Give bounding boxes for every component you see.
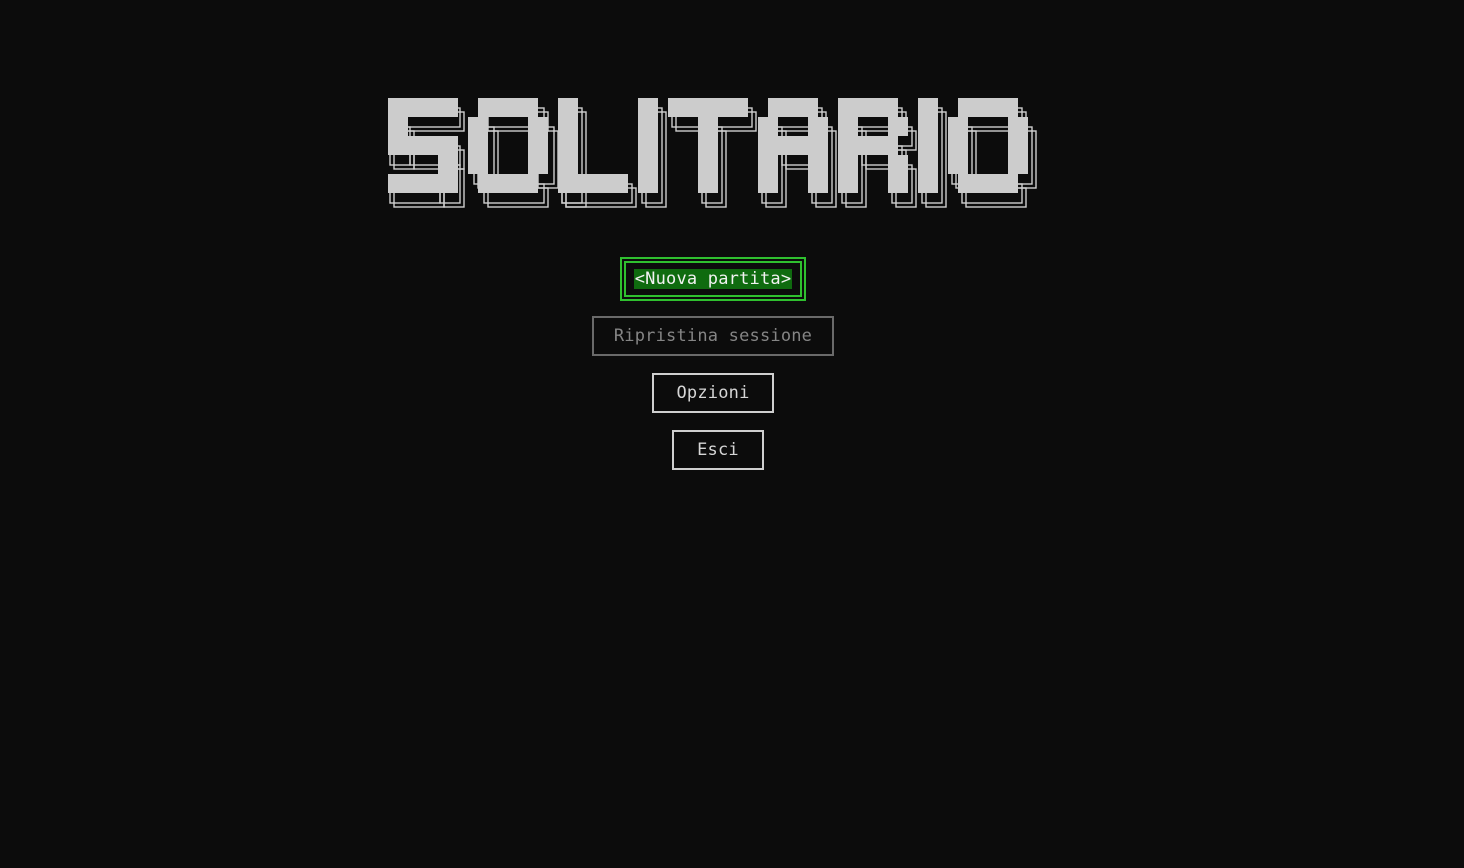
new-game-button[interactable]: <Nuova partita> <box>620 257 806 301</box>
restore-session-label: Ripristina sessione <box>613 326 813 346</box>
exit-label: Esci <box>697 440 739 460</box>
exit-button[interactable]: Esci <box>672 430 764 470</box>
options-button[interactable]: Opzioni <box>652 373 774 413</box>
restore-session-button[interactable]: Ripristina sessione <box>592 316 834 356</box>
new-game-label: <Nuova partita> <box>633 269 793 289</box>
options-label: Opzioni <box>676 383 750 403</box>
logo-title-text: SOLITARIO <box>705 142 759 153</box>
main-menu-screen: SOLITARIO <Nuova partita> Ripristina ses… <box>0 0 1464 868</box>
solitario-logo: SOLITARIO <box>388 98 1037 208</box>
new-game-focus-frame: <Nuova partita> <box>624 261 802 297</box>
